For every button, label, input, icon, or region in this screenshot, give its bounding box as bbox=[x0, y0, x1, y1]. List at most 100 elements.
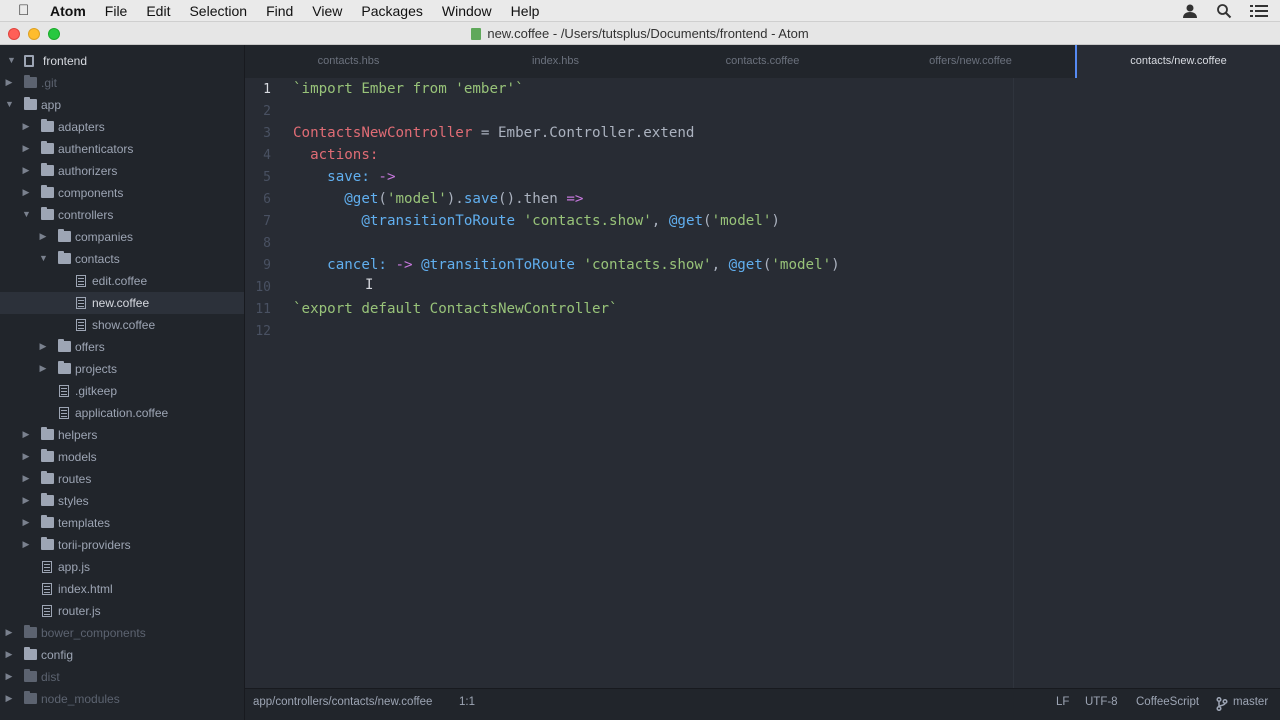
tree-folder[interactable]: ▶ components bbox=[0, 182, 244, 204]
tree-folder[interactable]: ▶ adapters bbox=[0, 116, 244, 138]
tree-folder[interactable]: ▶ projects bbox=[0, 358, 244, 380]
chevron-right-icon[interactable]: ▶ bbox=[22, 539, 30, 549]
tree-folder[interactable]: ▶ authorizers bbox=[0, 160, 244, 182]
chevron-right-icon[interactable]: ▶ bbox=[22, 143, 30, 153]
tree-folder[interactable]: ▼ contacts bbox=[0, 248, 244, 270]
tree-folder[interactable]: ▶ routes bbox=[0, 468, 244, 490]
chevron-right-icon[interactable]: ▶ bbox=[39, 231, 47, 241]
chevron-right-icon[interactable]: ▶ bbox=[22, 473, 30, 483]
chevron-right-icon[interactable]: ▶ bbox=[5, 649, 13, 659]
status-file-path[interactable]: app/controllers/contacts/new.coffee bbox=[253, 696, 432, 708]
tree-file[interactable]: new.coffee bbox=[0, 292, 244, 314]
chevron-right-icon[interactable]: ▶ bbox=[5, 671, 13, 681]
menu-window[interactable]: Window bbox=[442, 3, 492, 19]
tree-folder[interactable]: ▶ offers bbox=[0, 336, 244, 358]
line-number: 9 bbox=[263, 258, 271, 273]
tab-contacts-new-coffee[interactable]: contacts/new.coffee bbox=[1075, 45, 1280, 78]
chevron-right-icon[interactable]: ▶ bbox=[22, 495, 30, 505]
status-line-ending[interactable]: LF bbox=[1056, 696, 1069, 708]
tree-item-label: authenticators bbox=[58, 142, 134, 156]
chevron-down-icon[interactable]: ▼ bbox=[22, 209, 31, 219]
menu-edit[interactable]: Edit bbox=[146, 3, 170, 19]
tree-file[interactable]: edit.coffee bbox=[0, 270, 244, 292]
chevron-right-icon[interactable]: ▶ bbox=[22, 451, 30, 461]
apple-icon[interactable]:  bbox=[18, 2, 36, 19]
code-token: , bbox=[711, 257, 729, 273]
tree-folder[interactable]: ▶ .git bbox=[0, 72, 244, 94]
status-grammar[interactable]: CoffeeScript bbox=[1136, 696, 1199, 708]
code-line[interactable]: actions: bbox=[293, 147, 378, 163]
menu-find[interactable]: Find bbox=[266, 3, 293, 19]
folder-icon bbox=[41, 427, 54, 440]
chevron-right-icon[interactable]: ▶ bbox=[39, 341, 47, 351]
tree-folder[interactable]: ▶ bower_components bbox=[0, 622, 244, 644]
code-line[interactable]: @transitionToRoute 'contacts.show', @get… bbox=[293, 213, 780, 229]
tree-file[interactable]: index.html bbox=[0, 578, 244, 600]
chevron-right-icon[interactable]: ▶ bbox=[39, 363, 47, 373]
tree-folder[interactable]: ▼ app bbox=[0, 94, 244, 116]
code-token: @get bbox=[293, 191, 379, 207]
code-line[interactable]: save: -> bbox=[293, 169, 395, 185]
code-line[interactable]: ContactsNewController = Ember.Controller… bbox=[293, 125, 694, 141]
code-token: ( bbox=[703, 213, 712, 229]
folder-icon bbox=[41, 537, 54, 550]
menu-view[interactable]: View bbox=[312, 3, 342, 19]
folder-icon bbox=[41, 493, 54, 506]
chevron-right-icon[interactable]: ▶ bbox=[5, 693, 13, 703]
code-editor[interactable]: 1 2 3 4 5 6 7 8 9 10 11 12 `import Ember from 'embe… bbox=[245, 78, 1280, 688]
code-line[interactable]: `export default ContactsNewController` bbox=[293, 301, 618, 317]
tree-folder[interactable]: ▶ companies bbox=[0, 226, 244, 248]
menu-file[interactable]: File bbox=[105, 3, 128, 19]
chevron-right-icon[interactable]: ▶ bbox=[22, 517, 30, 527]
tree-file[interactable]: show.coffee bbox=[0, 314, 244, 336]
chevron-down-icon[interactable]: ▼ bbox=[39, 253, 48, 263]
window-title: new.coffee - /Users/tutsplus/Documents/f… bbox=[0, 26, 1280, 41]
tree-item-label: models bbox=[58, 450, 97, 464]
chevron-right-icon[interactable]: ▶ bbox=[5, 77, 13, 87]
tab-contacts-coffee[interactable]: contacts.coffee bbox=[659, 45, 866, 78]
code-line[interactable]: @get('model').save().then => bbox=[293, 191, 583, 207]
tree-folder[interactable]: ▶ dist bbox=[0, 666, 244, 688]
menu-packages[interactable]: Packages bbox=[361, 3, 422, 19]
tree-folder[interactable]: ▶ torii-providers bbox=[0, 534, 244, 556]
tree-folder[interactable]: ▶ node_modules bbox=[0, 688, 244, 710]
tree-file[interactable]: app.js bbox=[0, 556, 244, 578]
code-line[interactable]: `import Ember from 'ember'` bbox=[293, 81, 524, 97]
chevron-right-icon[interactable]: ▶ bbox=[22, 187, 30, 197]
notification-center-icon[interactable] bbox=[1250, 4, 1268, 18]
tree-item-label: bower_components bbox=[41, 626, 146, 640]
line-number: 6 bbox=[263, 192, 271, 207]
tree-folder[interactable]: ▶ helpers bbox=[0, 424, 244, 446]
tab-offers-new-coffee[interactable]: offers/new.coffee bbox=[866, 45, 1075, 78]
user-icon[interactable] bbox=[1182, 3, 1198, 19]
tree-folder[interactable]: ▶ authenticators bbox=[0, 138, 244, 160]
tab-index-hbs[interactable]: index.hbs bbox=[452, 45, 659, 78]
chevron-down-icon[interactable]: ▼ bbox=[5, 99, 14, 109]
code-line[interactable]: cancel: -> @transitionToRoute 'contacts.… bbox=[293, 257, 840, 273]
tree-folder[interactable]: ▶ models bbox=[0, 446, 244, 468]
tree-file[interactable]: router.js bbox=[0, 600, 244, 622]
tree-folder[interactable]: ▼ controllers bbox=[0, 204, 244, 226]
git-branch-icon bbox=[1216, 697, 1228, 711]
tree-folder[interactable]: ▶ config bbox=[0, 644, 244, 666]
chevron-right-icon[interactable]: ▶ bbox=[22, 165, 30, 175]
status-cursor-position[interactable]: 1:1 bbox=[459, 696, 475, 708]
chevron-right-icon[interactable]: ▶ bbox=[22, 121, 30, 131]
tab-contacts-hbs[interactable]: contacts.hbs bbox=[245, 45, 452, 78]
tree-project-root[interactable]: ▼ frontend bbox=[0, 50, 244, 72]
menu-help[interactable]: Help bbox=[511, 3, 540, 19]
code-token: ContactsNewController bbox=[293, 125, 473, 141]
search-icon[interactable] bbox=[1216, 3, 1232, 19]
tree-file[interactable]: .gitkeep bbox=[0, 380, 244, 402]
menu-app-name[interactable]: Atom bbox=[50, 3, 86, 19]
menu-selection[interactable]: Selection bbox=[189, 3, 247, 19]
tree-folder[interactable]: ▶ styles bbox=[0, 490, 244, 512]
chevron-right-icon[interactable]: ▶ bbox=[5, 627, 13, 637]
status-encoding[interactable]: UTF-8 bbox=[1085, 696, 1118, 708]
status-git-branch[interactable]: master bbox=[1233, 696, 1268, 708]
chevron-right-icon[interactable]: ▶ bbox=[22, 429, 30, 439]
tree-file[interactable]: application.coffee bbox=[0, 402, 244, 424]
file-icon bbox=[42, 605, 52, 617]
tree-folder[interactable]: ▶ templates bbox=[0, 512, 244, 534]
tree-item-label: adapters bbox=[58, 120, 105, 134]
